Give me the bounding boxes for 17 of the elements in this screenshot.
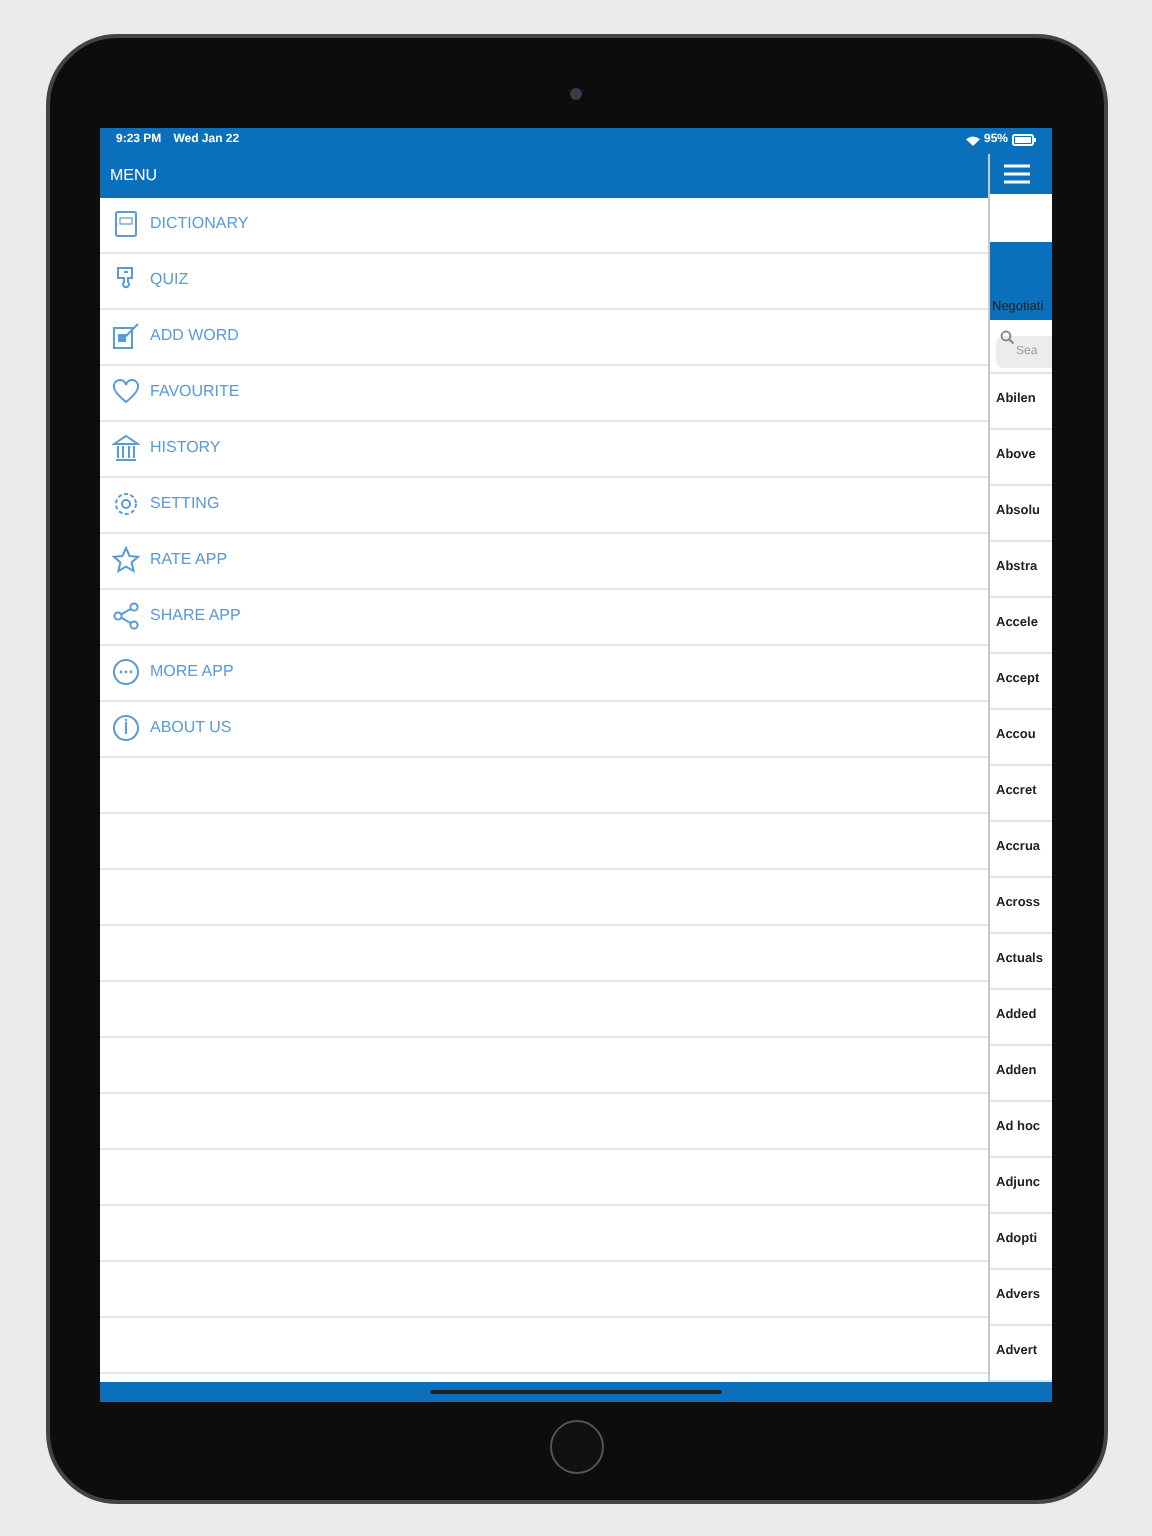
home-indicator[interactable] [430, 1389, 722, 1393]
building-icon [112, 434, 140, 462]
camera-icon [570, 87, 582, 99]
star-icon [112, 546, 140, 574]
edit-icon [112, 322, 140, 350]
battery-icon [1012, 134, 1036, 146]
menu-icon[interactable] [1004, 163, 1030, 184]
book-icon [112, 210, 140, 238]
wifi-icon [965, 135, 980, 145]
menu-title: MENU [110, 163, 158, 187]
heart-icon [112, 378, 140, 406]
settings-icon [112, 490, 140, 518]
more-icon [112, 658, 140, 686]
share-icon [112, 602, 140, 630]
search-icon [1000, 330, 1014, 345]
home-button[interactable] [549, 1419, 603, 1473]
info-icon [112, 714, 140, 742]
